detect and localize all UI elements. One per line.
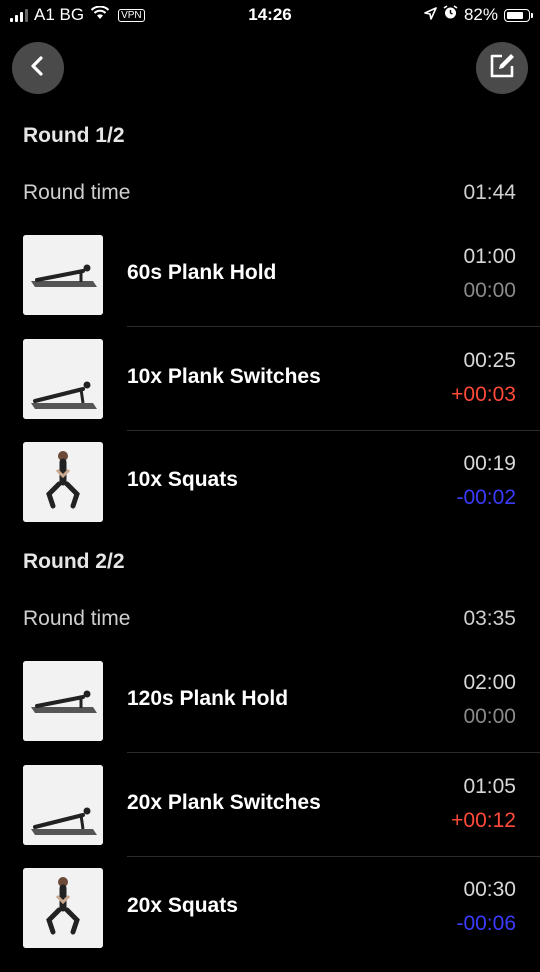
- exercise-time-diff: -00:06: [456, 912, 516, 935]
- plank-hold-image: [23, 661, 103, 741]
- exercise-name: 60s Plank Hold: [127, 261, 277, 284]
- round-time-value: 03:35: [463, 607, 516, 630]
- plank-switches-image: [23, 339, 103, 419]
- exercise-name: 20x Plank Switches: [127, 791, 321, 814]
- exercise-row[interactable]: 60s Plank Hold 01:00 00:00: [0, 235, 540, 339]
- exercise-time: 02:00: [463, 671, 516, 694]
- round-time-row: Round time 01:44: [23, 181, 516, 205]
- exercise-name: 120s Plank Hold: [127, 687, 289, 710]
- exercise-time-diff: +00:03: [451, 383, 516, 406]
- exercise-time: 01:00: [463, 245, 516, 268]
- exercise-row[interactable]: 120s Plank Hold 02:00 00:00: [0, 661, 540, 765]
- exercise-name: 10x Squats: [127, 468, 238, 491]
- exercise-time-diff: 00:00: [463, 705, 516, 728]
- round-title: Round 1/2: [23, 124, 125, 147]
- exercise-time-diff: -00:02: [456, 486, 516, 509]
- exercise-time: 00:19: [463, 452, 516, 475]
- exercise-row[interactable]: 20x Plank Switches 01:05 +00:12: [0, 765, 540, 869]
- round-time-value: 01:44: [463, 181, 516, 204]
- exercise-name: 10x Plank Switches: [127, 365, 321, 388]
- status-bar: A1 BG VPN 14:26 82%: [0, 0, 540, 30]
- alarm-icon: [443, 5, 458, 25]
- plank-hold-image: [23, 235, 103, 315]
- exercise-row[interactable]: 10x Squats 00:19 -00:02: [0, 442, 540, 546]
- battery-icon: [504, 8, 533, 22]
- location-arrow-icon: [424, 5, 437, 25]
- exercise-time-diff: +00:12: [451, 809, 516, 832]
- divider: [127, 326, 540, 327]
- divider: [127, 752, 540, 753]
- exercise-row[interactable]: 20x Squats 00:30 -00:06: [0, 868, 540, 972]
- plank-switches-image: [23, 765, 103, 845]
- exercise-time: 00:30: [463, 878, 516, 901]
- squats-image: [23, 868, 103, 948]
- divider: [127, 856, 540, 857]
- round-time-row: Round time 03:35: [23, 607, 516, 631]
- squats-image: [23, 442, 103, 522]
- round-title: Round 2/2: [23, 550, 125, 573]
- round-time-label: Round time: [23, 607, 131, 630]
- exercise-name: 20x Squats: [127, 894, 238, 917]
- battery-percent: 82%: [463, 5, 498, 24]
- back-button[interactable]: [12, 42, 64, 94]
- edit-button[interactable]: [476, 42, 528, 94]
- divider: [127, 430, 540, 431]
- exercise-time-diff: 00:00: [463, 279, 516, 302]
- edit-icon: [488, 52, 516, 85]
- chevron-left-icon: [27, 55, 49, 82]
- exercise-row[interactable]: 10x Plank Switches 00:25 +00:03: [0, 339, 540, 443]
- round-time-label: Round time: [23, 181, 131, 204]
- status-right: 82%: [424, 5, 533, 25]
- exercise-time: 01:05: [463, 775, 516, 798]
- exercise-time: 00:25: [463, 349, 516, 372]
